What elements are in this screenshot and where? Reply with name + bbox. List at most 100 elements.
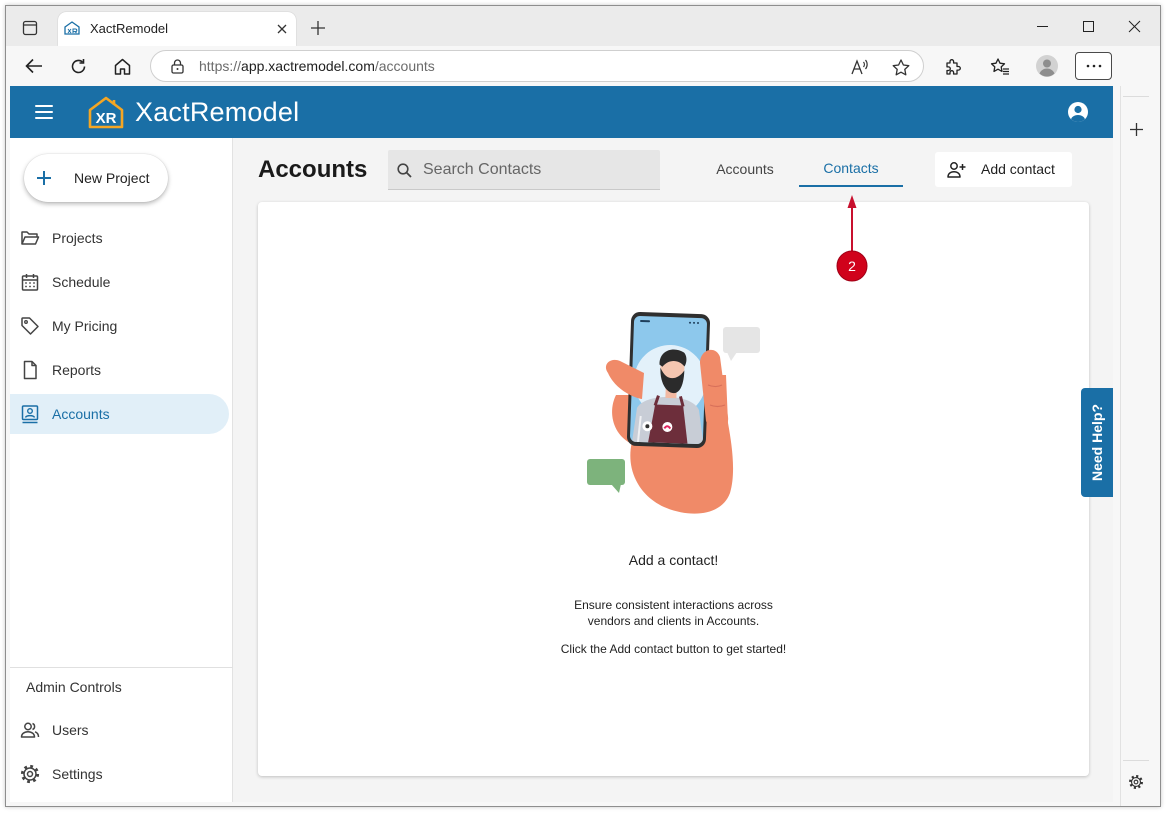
read-aloud-button[interactable] — [848, 55, 872, 79]
sidebar-item-projects[interactable]: Projects — [10, 218, 229, 258]
document-icon — [23, 360, 37, 380]
page-title: Accounts — [258, 156, 368, 183]
refresh-button[interactable] — [62, 50, 94, 82]
calendar-icon — [21, 274, 39, 291]
gear-icon — [1129, 775, 1143, 789]
need-help-tab[interactable]: Need Help? — [1081, 388, 1113, 497]
sidebar-item-label: Accounts — [52, 406, 110, 422]
close-window-icon — [1128, 20, 1140, 32]
empty-state-card: Add a contact! Ensure consistent interac… — [258, 202, 1089, 776]
search-field[interactable] — [388, 150, 660, 190]
add-contact-label: Add contact — [981, 161, 1055, 177]
sidebar-item-label: Reports — [52, 362, 102, 378]
plus-icon — [1129, 122, 1143, 136]
add-person-icon — [947, 162, 966, 178]
contact-card-icon — [21, 405, 39, 424]
site-info-button[interactable] — [169, 58, 185, 74]
annotation-callout: 2 — [836, 195, 868, 282]
favorites-button[interactable] — [984, 50, 1016, 82]
home-icon — [114, 58, 130, 75]
sidebar-item-schedule[interactable]: Schedule — [10, 262, 229, 302]
browser-toolbar: https://app.xactremodel.com/accounts — [6, 46, 1160, 86]
annotation-step-number: 2 — [848, 258, 856, 274]
edge-sidebar-add-button[interactable] — [1124, 117, 1148, 141]
main-content: Accounts Accounts Contacts Add contact — [234, 138, 1113, 802]
tab-strip: XactRemodel — [6, 6, 1160, 46]
more-icon — [1086, 64, 1101, 68]
close-tab-button[interactable] — [276, 23, 288, 35]
add-contact-button[interactable]: Add contact — [935, 152, 1072, 187]
need-help-label: Need Help? — [1089, 404, 1105, 482]
read-aloud-icon — [851, 59, 868, 75]
green-speech-bubble-icon — [587, 459, 625, 493]
close-window-button[interactable] — [1111, 6, 1157, 46]
settings-and-more-button[interactable] — [1075, 52, 1112, 80]
tab-contacts[interactable]: Contacts — [799, 152, 903, 187]
empty-state-title: Add a contact! — [628, 552, 719, 568]
add-favorite-button[interactable] — [889, 55, 913, 79]
sidebar-item-label: Settings — [52, 766, 103, 782]
maximize-icon — [1082, 20, 1094, 32]
users-icon — [20, 722, 40, 738]
contact-illustration — [587, 311, 760, 514]
edge-sidebar — [1120, 86, 1160, 806]
close-icon — [277, 24, 287, 34]
empty-state-description: vendors and clients in Accounts. — [587, 614, 760, 628]
url-host: app.xactremodel.com — [241, 58, 375, 74]
gear-icon — [20, 764, 40, 784]
minimize-button[interactable] — [1019, 6, 1065, 46]
edge-sidebar-settings-button[interactable] — [1124, 770, 1148, 794]
back-arrow-icon — [25, 58, 42, 74]
account-menu-button[interactable] — [1066, 100, 1090, 124]
logo-text: XR — [96, 110, 117, 127]
new-project-label: New Project — [74, 170, 150, 186]
sidebar-item-label: My Pricing — [52, 318, 118, 334]
profile-button[interactable] — [1031, 50, 1063, 82]
gray-speech-bubble-icon — [723, 327, 760, 361]
browser-tab[interactable]: XactRemodel — [58, 12, 296, 46]
minimize-icon — [1036, 25, 1048, 27]
edge-sidebar-divider — [1123, 96, 1149, 97]
back-button[interactable] — [18, 50, 50, 82]
maximize-button[interactable] — [1065, 6, 1111, 46]
search-input[interactable] — [423, 150, 653, 189]
search-icon — [397, 163, 412, 178]
tab-actions-button[interactable] — [18, 16, 42, 40]
app-sidebar: New Project Projects Schedule My Pricing… — [10, 138, 233, 802]
new-tab-button[interactable] — [308, 18, 328, 38]
tab-accounts[interactable]: Accounts — [693, 152, 797, 187]
sidebar-item-label: Schedule — [52, 274, 111, 290]
sidebar-item-settings[interactable]: Settings — [10, 754, 229, 794]
refresh-icon — [71, 58, 85, 73]
empty-state-description: Ensure consistent interactions across — [574, 598, 773, 612]
sidebar-item-accounts[interactable]: Accounts — [10, 394, 229, 434]
tab-title: XactRemodel — [90, 21, 169, 36]
sidebar-item-users[interactable]: Users — [10, 710, 229, 750]
admin-controls-heading: Admin Controls — [26, 679, 122, 695]
sidebar-item-my-pricing[interactable]: My Pricing — [10, 306, 229, 346]
edge-sidebar-divider — [1123, 760, 1149, 761]
screen: XactRemodel https://app.xactremodel.com/… — [0, 0, 1167, 814]
xactremodel-app: XR XactRemodel New Project Projects Sche… — [10, 86, 1113, 802]
new-project-button[interactable]: New Project — [24, 154, 168, 202]
app-brand-name: XactRemodel — [135, 97, 300, 127]
xactremodel-logo: XR — [88, 96, 124, 129]
app-header: XR XactRemodel — [10, 86, 1113, 138]
tag-icon — [21, 317, 39, 335]
plus-icon — [37, 171, 51, 185]
favorites-icon — [990, 57, 1009, 75]
address-bar[interactable]: https://app.xactremodel.com/accounts — [150, 50, 924, 82]
url-scheme: https:// — [199, 58, 242, 74]
home-button[interactable] — [106, 50, 138, 82]
plus-icon — [311, 21, 325, 35]
account-circle-icon — [1068, 102, 1088, 122]
sidebar-item-reports[interactable]: Reports — [10, 350, 229, 390]
extensions-button[interactable] — [936, 50, 968, 82]
extensions-icon — [945, 58, 961, 75]
sidebar-divider — [10, 667, 233, 668]
tab-actions-icon — [22, 20, 38, 36]
profile-avatar-icon — [1036, 55, 1058, 77]
star-icon — [892, 58, 910, 75]
url-text[interactable]: https://app.xactremodel.com/accounts — [199, 51, 435, 81]
hamburger-menu-icon[interactable] — [35, 105, 53, 119]
